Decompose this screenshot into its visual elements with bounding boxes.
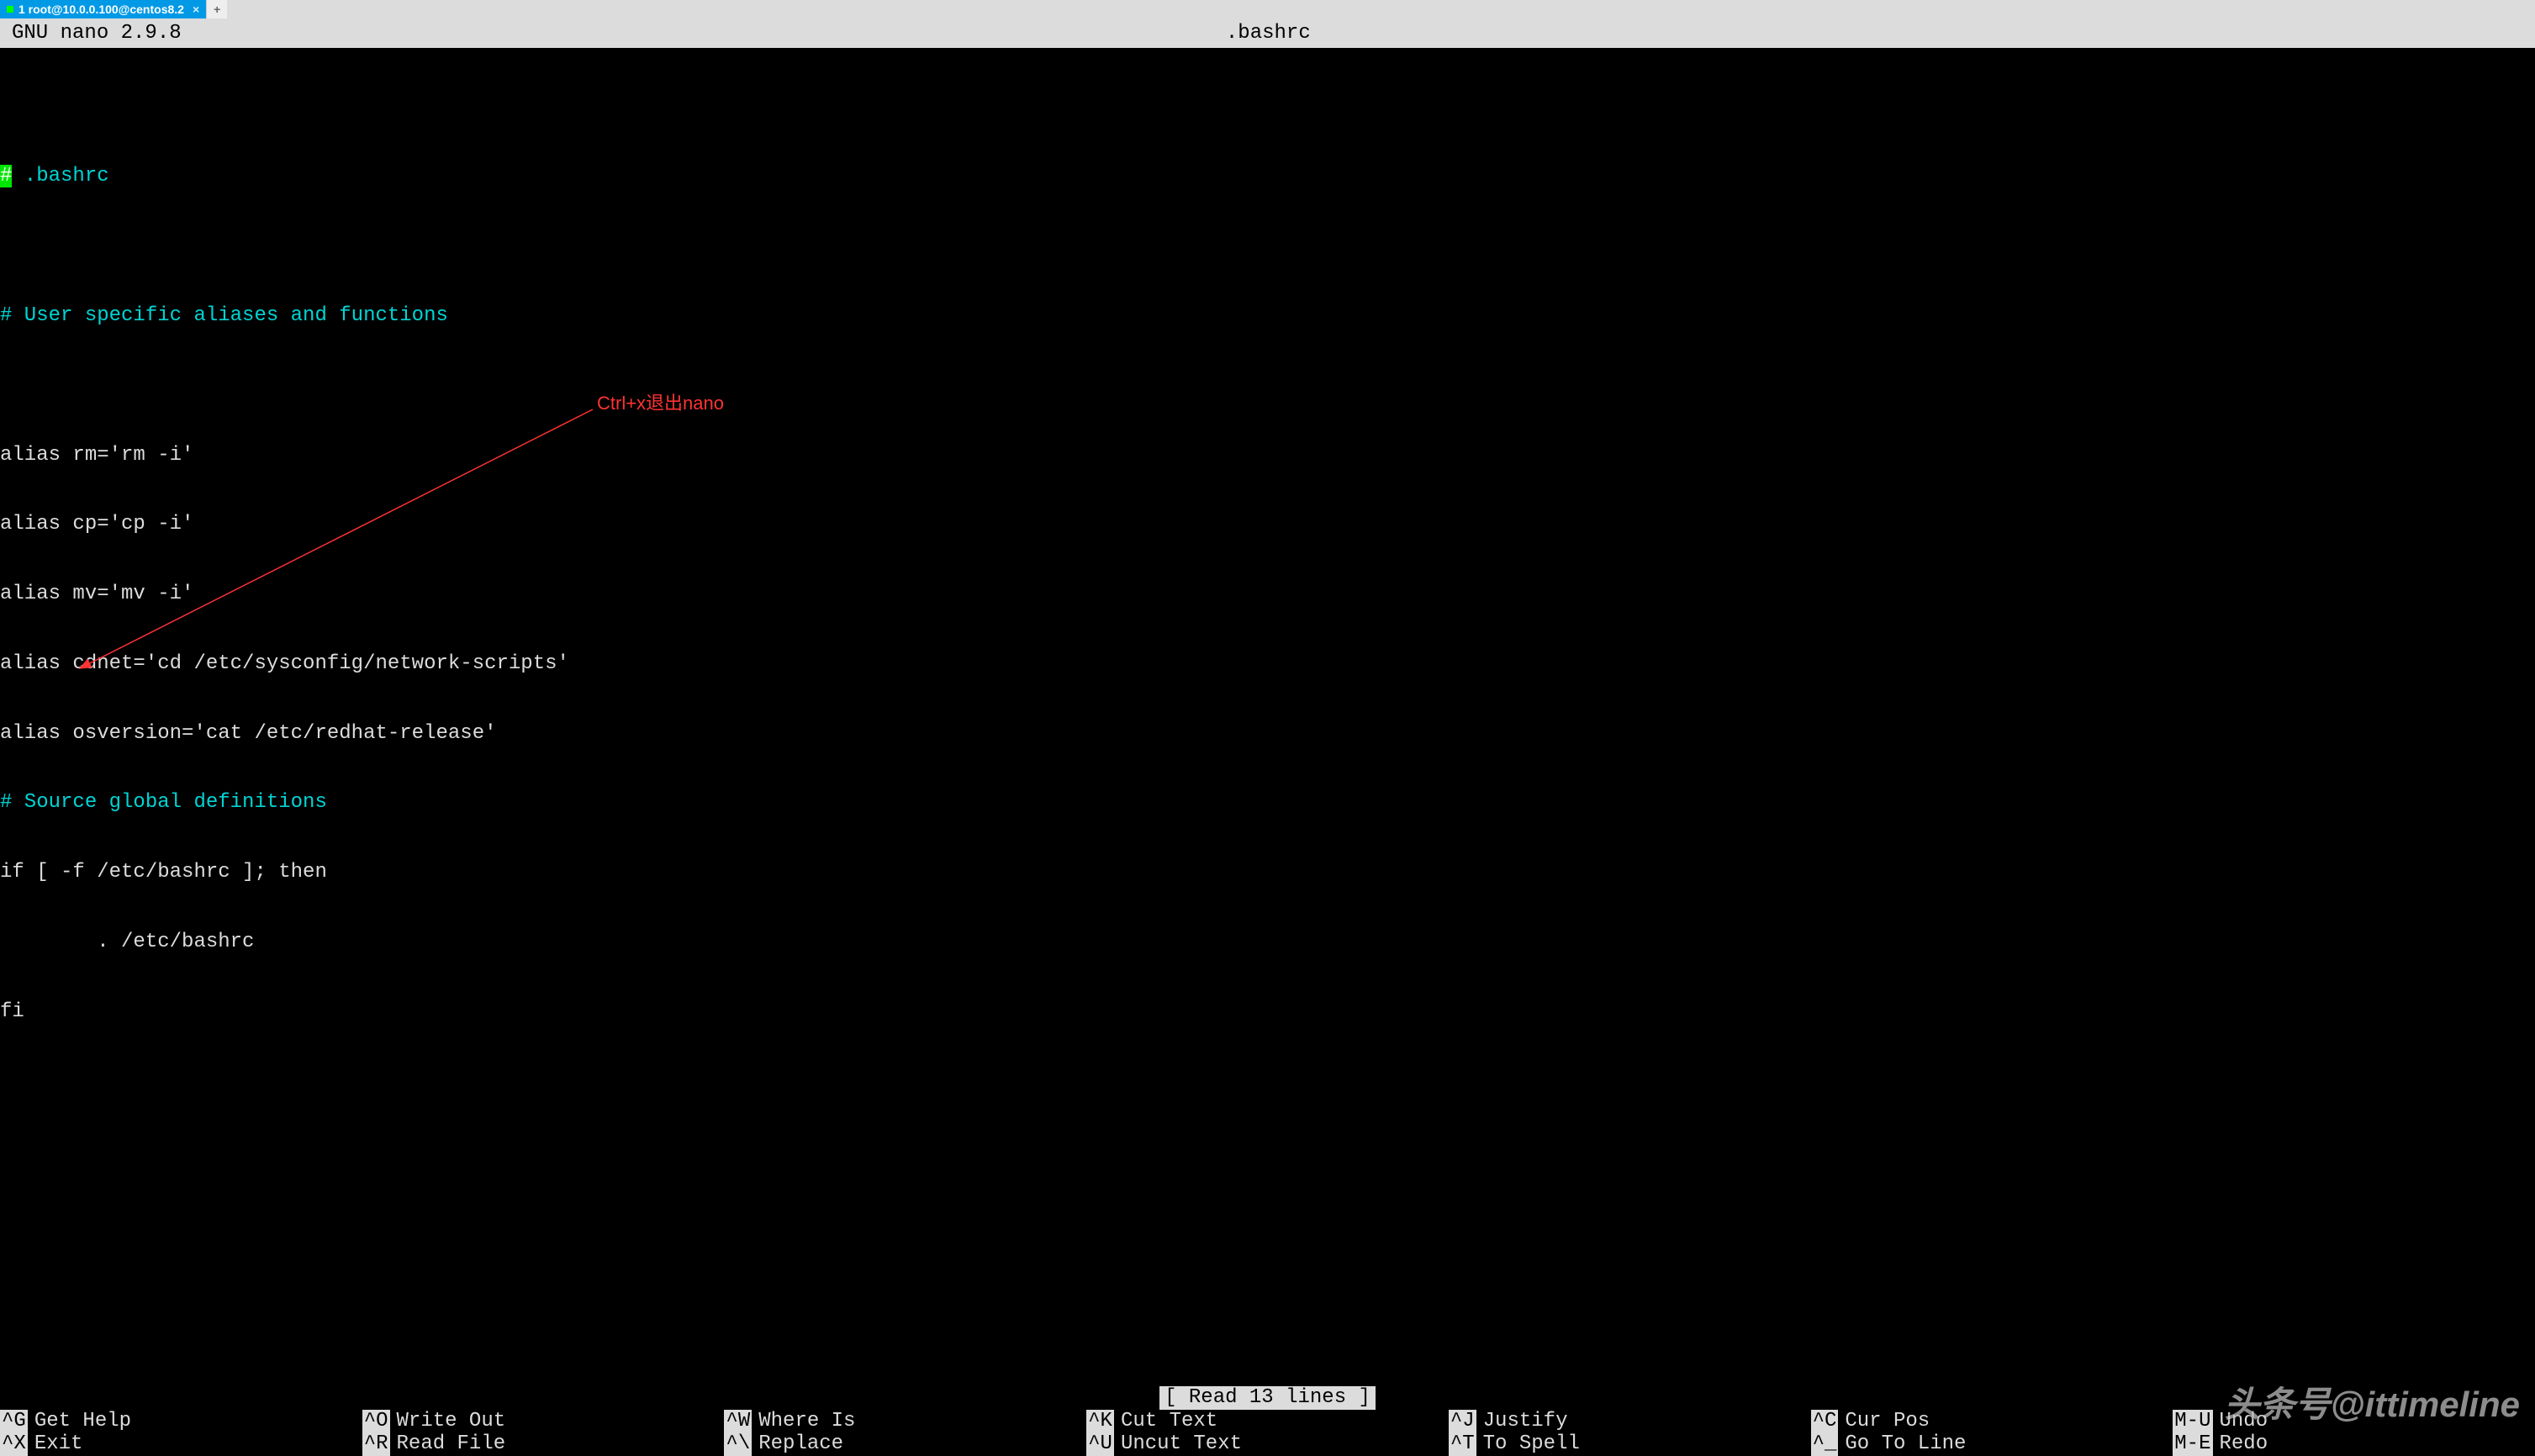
shortcut-exit[interactable]: ^XExit	[0, 1432, 362, 1456]
file-line: if [ -f /etc/bashrc ]; then	[0, 861, 2535, 884]
file-line: alias cp='cp -i'	[0, 513, 2535, 536]
plus-icon: +	[214, 3, 220, 16]
file-line: fi	[0, 1000, 2535, 1024]
file-line: . /etc/bashrc	[0, 931, 2535, 954]
shortcut-go-to-line[interactable]: ^_Go To Line	[1811, 1432, 2173, 1456]
shortcut-cur-pos[interactable]: ^CCur Pos	[1811, 1410, 2173, 1433]
shortcut-redo[interactable]: M-ERedo	[2173, 1432, 2535, 1456]
shortcut-uncut-text[interactable]: ^UUncut Text	[1086, 1432, 1449, 1456]
add-tab-button[interactable]: +	[206, 0, 227, 18]
shortcut-write-out[interactable]: ^OWrite Out	[362, 1410, 725, 1433]
shortcut-read-file[interactable]: ^RRead File	[362, 1432, 725, 1456]
shortcut-undo[interactable]: M-UUndo	[2173, 1410, 2535, 1433]
file-line: # Source global definitions	[0, 791, 2535, 815]
tab-bar: 1 root@10.0.0.100@centos8.2 × +	[0, 0, 2535, 18]
file-line: alias cdnet='cd /etc/sysconfig/network-s…	[0, 652, 2535, 676]
shortcut-cut-text[interactable]: ^KCut Text	[1086, 1410, 1449, 1433]
close-icon[interactable]: ×	[193, 3, 199, 16]
shortcut-replace[interactable]: ^\Replace	[724, 1432, 1086, 1456]
shortcut-justify[interactable]: ^JJustify	[1449, 1410, 1811, 1433]
status-text: [ Read 13 lines ]	[1159, 1386, 1376, 1410]
file-line: alias mv='mv -i'	[0, 583, 2535, 606]
status-dot-icon	[7, 6, 13, 13]
cursor: #	[0, 165, 12, 187]
tab-label: 1 root@10.0.0.100@centos8.2	[18, 3, 184, 16]
file-line: # User specific aliases and functions	[0, 304, 2535, 328]
editor-area[interactable]: # .bashrc # User specific aliases and fu…	[0, 48, 2535, 1405]
file-line: alias rm='rm -i'	[0, 444, 2535, 467]
nano-footer: [ Read 13 lines ] ^GGet Help ^OWrite Out…	[0, 1386, 2535, 1456]
shortcut-to-spell[interactable]: ^TTo Spell	[1449, 1432, 1811, 1456]
nano-titlebar: GNU nano 2.9.8 .bashrc	[0, 18, 2535, 48]
file-line: alias osversion='cat /etc/redhat-release…	[0, 722, 2535, 746]
status-line: [ Read 13 lines ]	[0, 1386, 2535, 1410]
shortcut-get-help[interactable]: ^GGet Help	[0, 1410, 362, 1433]
shortcut-row-2: ^XExit ^RRead File ^\Replace ^UUncut Tex…	[0, 1432, 2535, 1456]
terminal-tab[interactable]: 1 root@10.0.0.100@centos8.2 ×	[0, 0, 206, 18]
file-line: .bashrc	[12, 165, 108, 187]
nano-filename: .bashrc	[13, 20, 2523, 46]
shortcut-where-is[interactable]: ^WWhere Is	[724, 1410, 1086, 1433]
shortcut-row-1: ^GGet Help ^OWrite Out ^WWhere Is ^KCut …	[0, 1410, 2535, 1433]
